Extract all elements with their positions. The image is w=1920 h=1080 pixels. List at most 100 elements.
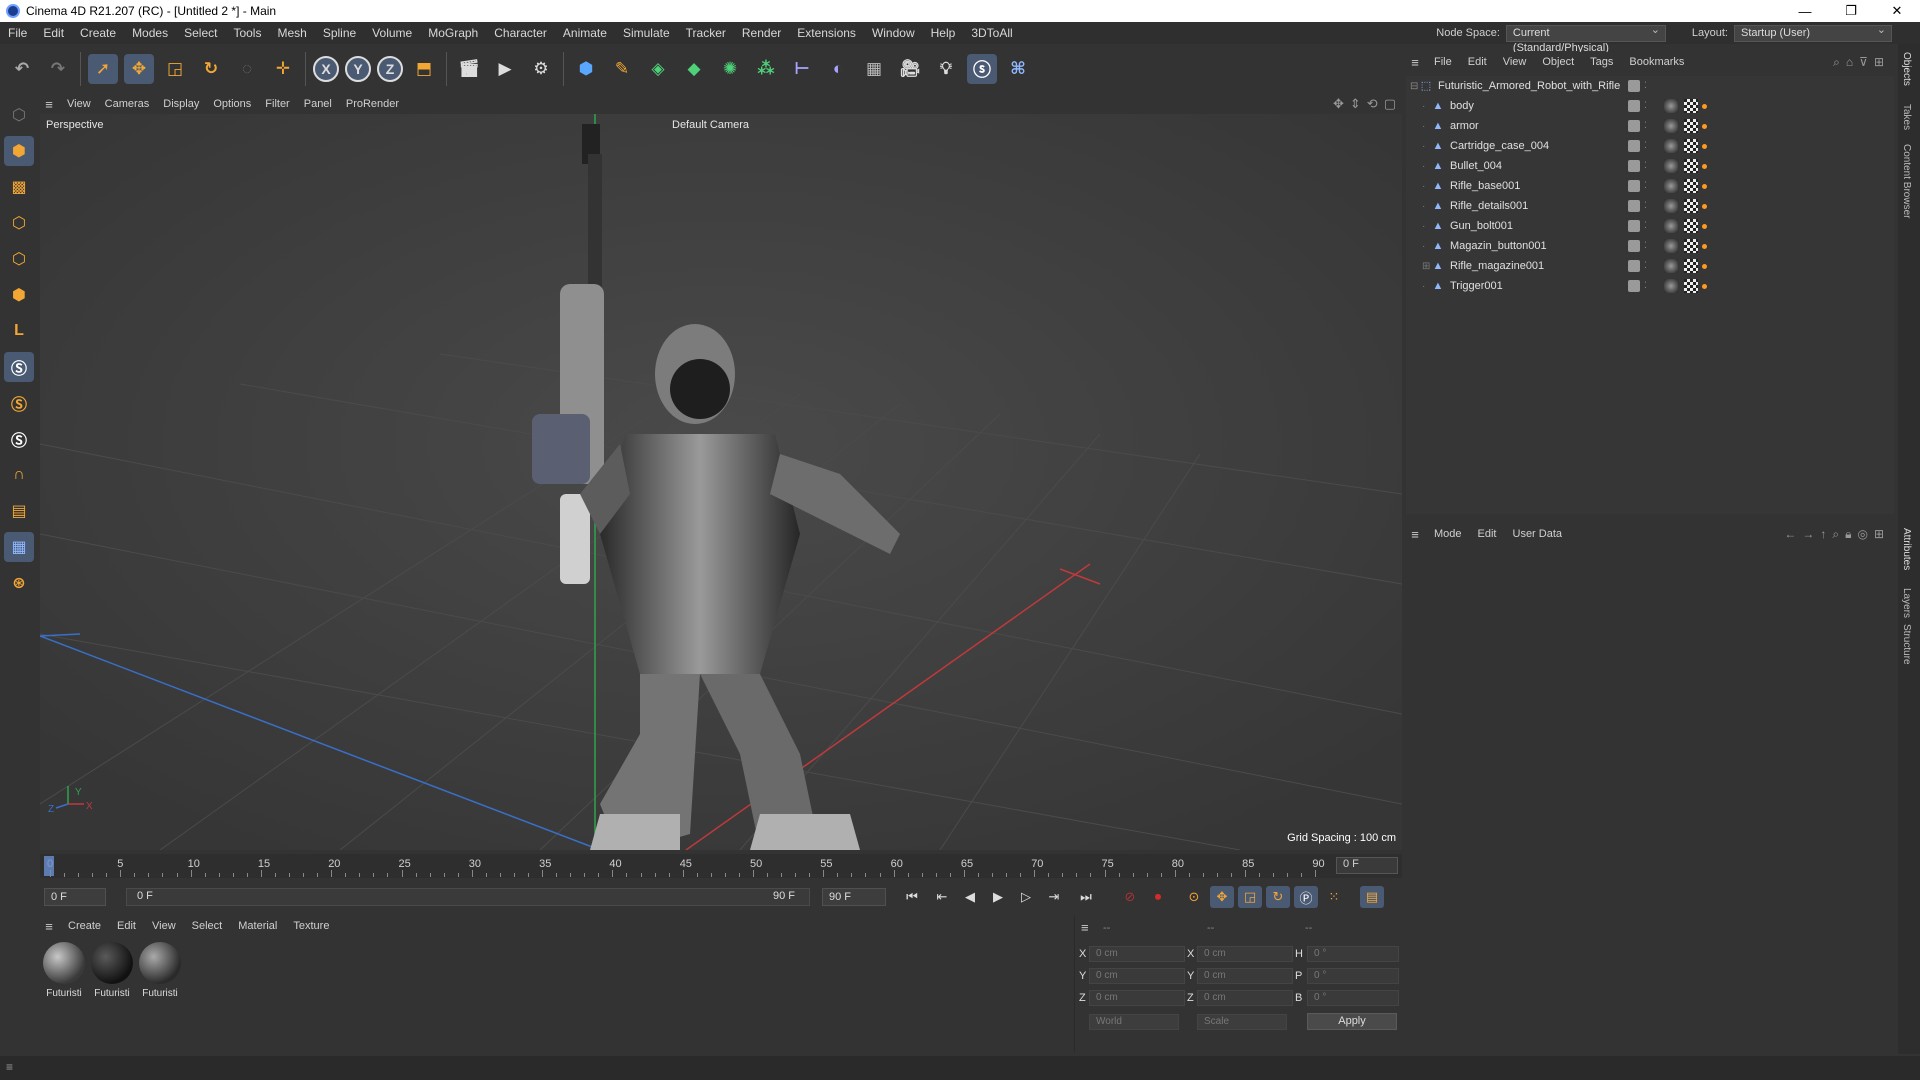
deformer-icon[interactable]: ⊢	[787, 54, 817, 84]
forward-arrow-icon[interactable]: →	[1802, 527, 1820, 541]
object-row[interactable]: · ▲ Bullet_004 ⁚	[1406, 156, 1894, 176]
magnet-icon[interactable]: ∩	[4, 460, 34, 490]
object-row[interactable]: ⊞ ▲ Rifle_magazine001 ⁚	[1406, 256, 1894, 276]
next-key-icon[interactable]: ⇥	[1042, 886, 1066, 908]
menu-volume[interactable]: Volume	[364, 26, 420, 40]
3d-viewport[interactable]: Perspective Default Camera Y X Z Grid Sp…	[40, 114, 1402, 850]
om-menu-object[interactable]: Object	[1534, 56, 1582, 68]
material-tag-icon[interactable]	[1664, 259, 1678, 273]
menu-animate[interactable]: Animate	[555, 26, 615, 40]
size-z-field[interactable]: 0 cm	[1197, 990, 1293, 1006]
render-dots-icon[interactable]: ⁚	[1644, 240, 1647, 252]
live-select-icon[interactable]: ◌	[232, 54, 262, 84]
pos-z-field[interactable]: 0 cm	[1089, 990, 1185, 1006]
rot-b-field[interactable]: 0 °	[1307, 990, 1399, 1006]
am-menu-mode[interactable]: Mode	[1426, 528, 1470, 540]
previous-frame-icon[interactable]: ◀	[958, 886, 982, 908]
orbit-icon[interactable]: ⟲	[1367, 96, 1378, 112]
mograph-cloner-icon[interactable]: ✺	[715, 54, 745, 84]
hamburger-menu-icon[interactable]: ≡	[38, 97, 60, 112]
array-icon[interactable]: ⁂	[751, 54, 781, 84]
object-row[interactable]: · ▲ Gun_bolt001 ⁚	[1406, 216, 1894, 236]
node-space-dropdown[interactable]: Current (Standard/Physical)	[1505, 23, 1666, 54]
python-icon[interactable]: ⌘	[1003, 54, 1033, 84]
lock-icon[interactable]: 🔒︎	[1845, 527, 1857, 541]
object-row[interactable]: · ▲ armor ⁚	[1406, 116, 1894, 136]
spline-icon[interactable]: ◐	[823, 54, 853, 84]
apply-button[interactable]: Apply	[1307, 1013, 1397, 1030]
y-axis-icon[interactable]: Y	[345, 56, 371, 82]
search-icon[interactable]: ⌕	[1833, 55, 1846, 69]
scale-key-icon[interactable]: ◲	[1238, 886, 1262, 908]
position-key-icon[interactable]: ✥	[1210, 886, 1234, 908]
autokey-icon[interactable]: ⊘	[1118, 886, 1142, 908]
menu-help[interactable]: Help	[923, 26, 964, 40]
texture-tag-icon[interactable]	[1684, 179, 1698, 193]
settings-icon[interactable]: ◎	[1857, 527, 1873, 541]
pan-icon[interactable]: ✥	[1333, 96, 1344, 112]
visibility-toggle[interactable]	[1628, 260, 1640, 272]
material-menu-texture[interactable]: Texture	[285, 920, 337, 932]
transform-icon[interactable]: ✛	[268, 54, 298, 84]
menu-file[interactable]: File	[0, 26, 35, 40]
close-button[interactable]: ✕	[1874, 0, 1920, 22]
menu-window[interactable]: Window	[864, 26, 923, 40]
material-tag-icon[interactable]	[1664, 199, 1678, 213]
timeline-ruler[interactable]: 051015202530354045505560657075808590 0 F	[40, 854, 1402, 878]
points-mode-icon[interactable]: ⬡	[4, 208, 34, 238]
material-menu-select[interactable]: Select	[184, 920, 231, 932]
render-dots-icon[interactable]: ⁚	[1644, 260, 1647, 272]
timeline-icon[interactable]: ▤	[1360, 886, 1384, 908]
material-tag-icon[interactable]	[1664, 159, 1678, 173]
hamburger-menu-icon[interactable]: ≡	[1404, 527, 1426, 542]
texture-tag-icon[interactable]	[1684, 239, 1698, 253]
viewport-scene[interactable]	[40, 114, 1402, 850]
light-icon[interactable]: 💡︎	[931, 54, 961, 84]
go-to-start-icon[interactable]: ⏮	[900, 886, 924, 908]
render-dots-icon[interactable]: ⁚	[1644, 220, 1647, 232]
locked-workplane-icon[interactable]: ▦	[4, 532, 34, 562]
object-row[interactable]: · ▲ body ⁚	[1406, 96, 1894, 116]
polygons-mode-icon[interactable]: ⬢	[4, 280, 34, 310]
texture-tag-icon[interactable]	[1684, 99, 1698, 113]
material-tag-icon[interactable]	[1664, 179, 1678, 193]
tab-structure[interactable]: Structure	[1901, 624, 1912, 665]
material-tag-icon[interactable]	[1664, 219, 1678, 233]
render-dots-icon[interactable]: ⁚	[1644, 100, 1647, 112]
viewport-menu-cameras[interactable]: Cameras	[98, 98, 157, 110]
scale-icon[interactable]: ◲	[160, 54, 190, 84]
undo-icon[interactable]: ↶	[7, 54, 37, 84]
render-dots-icon[interactable]: ⁚	[1644, 140, 1647, 152]
rotation-key-icon[interactable]: ↻	[1266, 886, 1290, 908]
visibility-toggle[interactable]	[1628, 200, 1640, 212]
material-swatch[interactable]: Futuristi	[138, 942, 182, 999]
camera-icon[interactable]: 🎥︎	[895, 54, 925, 84]
size-y-field[interactable]: 0 cm	[1197, 968, 1293, 984]
coordinate-mode-dropdown[interactable]: World	[1089, 1014, 1179, 1030]
render-dots-icon[interactable]: ⁚	[1644, 80, 1647, 92]
keyframe-selection-icon[interactable]: ⊙	[1182, 886, 1206, 908]
extrude-icon[interactable]: ◆	[679, 54, 709, 84]
menu-modes[interactable]: Modes	[124, 26, 176, 40]
menu-character[interactable]: Character	[486, 26, 555, 40]
redo-icon[interactable]: ↷	[43, 54, 73, 84]
coordinate-system-icon[interactable]: ⬒	[409, 54, 439, 84]
viewport-menu-display[interactable]: Display	[156, 98, 206, 110]
size-x-field[interactable]: 0 cm	[1197, 946, 1293, 962]
render-dots-icon[interactable]: ⁚	[1644, 160, 1647, 172]
move-icon[interactable]: ✥	[124, 54, 154, 84]
viewport-menu-view[interactable]: View	[60, 98, 98, 110]
om-menu-tags[interactable]: Tags	[1582, 56, 1621, 68]
object-row-root[interactable]: ⊟ ⬚ Futuristic_Armored_Robot_with_Rifle …	[1406, 76, 1894, 96]
pen-icon[interactable]: ✎	[607, 54, 637, 84]
visibility-toggle[interactable]	[1628, 100, 1640, 112]
workplane-icon[interactable]: ▤	[4, 496, 34, 526]
snap-s2-icon[interactable]: Ⓢ	[4, 388, 34, 418]
object-row[interactable]: · ▲ Rifle_base001 ⁚	[1406, 176, 1894, 196]
start-frame-field[interactable]: 0 F	[44, 888, 106, 906]
z-axis-icon[interactable]: Z	[377, 56, 403, 82]
hamburger-menu-icon[interactable]: ≡	[6, 1060, 13, 1074]
menu-mesh[interactable]: Mesh	[269, 26, 314, 40]
menu-select[interactable]: Select	[176, 26, 225, 40]
texture-mode-icon[interactable]: ▩	[4, 172, 34, 202]
